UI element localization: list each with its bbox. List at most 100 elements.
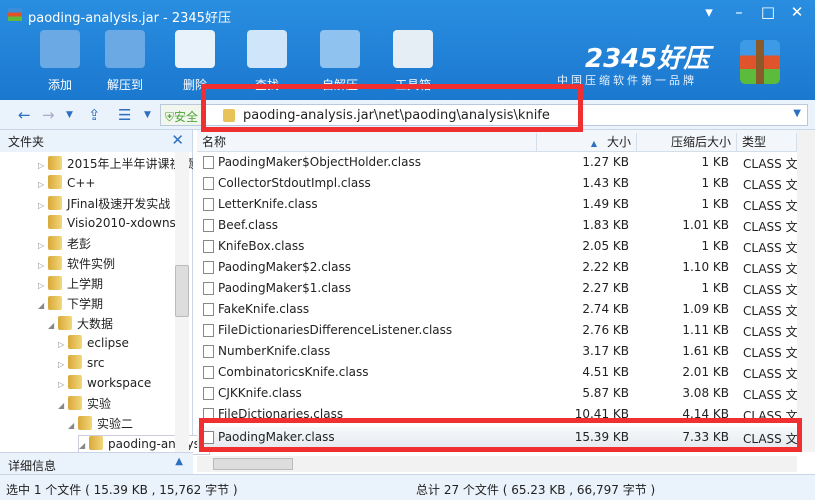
close-button[interactable]: ✕: [786, 3, 808, 21]
file-name: LetterKnife.class: [218, 197, 318, 211]
tree-node-label: 老彭: [67, 237, 92, 251]
details-label: 详细信息: [8, 459, 57, 473]
menu-icon[interactable]: ▾: [698, 3, 720, 21]
expand-icon[interactable]: ◢: [68, 421, 78, 430]
tree-node[interactable]: ◢ 下学期: [38, 295, 103, 315]
expand-icon[interactable]: ▷: [58, 380, 68, 389]
expand-icon[interactable]: ▷: [38, 201, 48, 210]
file-size: 3.17 KB: [582, 344, 629, 358]
file-packed-size: 1 KB: [701, 239, 729, 253]
file-packed-size: 1 KB: [701, 155, 729, 169]
address-path: paoding-analysis.jar\net\paoding\analysi…: [243, 108, 550, 123]
sort-asc-icon: ▲: [590, 139, 597, 148]
toolbar-extract-button[interactable]: 解压到: [95, 30, 155, 93]
file-row[interactable]: FileDictionaries.class 10.41 KB 4.14 KB CLA…: [197, 404, 810, 425]
address-bar[interactable]: paoding-analysis.jar\net\paoding\analysi…: [204, 104, 808, 126]
file-size: 5.87 KB: [582, 386, 629, 400]
history-dropdown-icon[interactable]: ▼: [66, 110, 73, 120]
maximize-button[interactable]: □: [757, 3, 779, 21]
file-row[interactable]: PaodingMaker$2.class 2.22 KB 1.10 KB CLASS …: [197, 257, 810, 278]
tree-node[interactable]: ◢ 实验二: [68, 415, 133, 435]
minimize-button[interactable]: –: [728, 3, 750, 21]
tree-node[interactable]: ▷ 老彭: [38, 235, 91, 255]
tree-node[interactable]: ▷ JFinal极速开发实战: [38, 195, 170, 215]
file-icon: [203, 261, 214, 274]
file-icon: [203, 387, 214, 400]
tree-node[interactable]: ▷ 2015年上半年讲课视频: [38, 155, 194, 175]
file-row[interactable]: CollectorStdoutImpl.class 1.43 KB 1 KB CLAS…: [197, 173, 810, 194]
toolbar-search-button[interactable]: 查找: [237, 30, 297, 93]
expand-icon[interactable]: ▷: [38, 241, 48, 250]
tree-node-label: JFinal极速开发实战: [67, 197, 171, 211]
file-size: 15.39 KB: [574, 430, 629, 444]
toolbox-icon: [393, 30, 433, 68]
tree-node[interactable]: ▷ eclipse: [58, 335, 129, 355]
folder-icon: [68, 355, 82, 369]
toolbar-add-archive-button[interactable]: 添加: [30, 30, 90, 93]
file-icon: [203, 240, 214, 253]
file-packed-size: 1.01 KB: [682, 218, 729, 232]
expand-icon[interactable]: ◢: [79, 441, 89, 450]
expand-icon[interactable]: ▷: [58, 360, 68, 369]
tree-node[interactable]: ▷ C++: [38, 175, 96, 195]
file-packed-size: 7.33 KB: [682, 430, 729, 444]
tree-scrollbar-thumb[interactable]: [175, 265, 189, 317]
expand-icon[interactable]: ▷: [38, 261, 48, 270]
expand-icon[interactable]: ◢: [58, 401, 68, 410]
chevron-up-icon[interactable]: ▲: [175, 456, 183, 467]
safe-badge[interactable]: ⛨安全: [160, 104, 202, 126]
file-packed-size: 4.14 KB: [682, 407, 729, 421]
tree-node-label: 实验: [87, 397, 112, 411]
folder-icon: [48, 236, 62, 250]
back-icon[interactable]: ←: [18, 106, 31, 124]
file-row[interactable]: CombinatoricsKnife.class 4.51 KB 2.01 KB CL…: [197, 362, 810, 383]
file-icon: [203, 219, 214, 232]
list-vertical-scrollbar[interactable]: [797, 130, 815, 452]
folder-icon: [48, 156, 62, 170]
tree-node[interactable]: ▷ 上学期: [38, 275, 103, 295]
expand-icon[interactable]: ▷: [38, 180, 48, 189]
tree-node[interactable]: ◢ 大数据: [48, 315, 113, 335]
forward-icon[interactable]: →: [42, 106, 55, 124]
title-toolbar-area: paoding-analysis.jar - 2345好压 ▾ – □ ✕ 添加…: [0, 0, 815, 100]
file-row[interactable]: PaodingMaker$ObjectHolder.class 1.27 KB 1 …: [197, 152, 810, 173]
file-row[interactable]: LetterKnife.class 1.49 KB 1 KB CLASS 文件: [197, 194, 810, 215]
file-row[interactable]: PaodingMaker.class 15.39 KB 7.33 KB CLASS 文…: [197, 427, 810, 448]
file-row[interactable]: FileDictionariesDifferenceListener.class…: [197, 320, 810, 341]
address-dropdown-icon[interactable]: ▼: [793, 108, 801, 119]
expand-icon[interactable]: ◢: [48, 321, 58, 330]
column-packed[interactable]: 压缩后大小: [637, 133, 737, 151]
search-icon: [247, 30, 287, 68]
file-row[interactable]: CJKKnife.class 5.87 KB 3.08 KB CLASS 文件: [197, 383, 810, 404]
tree-node[interactable]: ▷ 软件实例: [38, 255, 115, 275]
file-icon: [203, 366, 214, 379]
file-row[interactable]: KnifeBox.class 2.05 KB 1 KB CLASS 文件: [197, 236, 810, 257]
file-row[interactable]: FakeKnife.class 2.74 KB 1.09 KB CLASS 文件: [197, 299, 810, 320]
column-name[interactable]: 名称: [197, 133, 537, 151]
file-row[interactable]: NumberKnife.class 3.17 KB 1.61 KB CLASS 文件: [197, 341, 810, 362]
expand-icon[interactable]: ▷: [38, 161, 48, 170]
column-size[interactable]: ▲ 大小: [537, 133, 637, 151]
toolbar-self-extract-button[interactable]: 自解压: [310, 30, 370, 93]
toolbar-recycle-bin-button[interactable]: 删除: [165, 30, 225, 93]
horizontal-scrollbar-thumb[interactable]: [213, 458, 293, 470]
column-type[interactable]: 类型: [737, 133, 797, 151]
file-row[interactable]: Beef.class 1.83 KB 1.01 KB CLASS 文件: [197, 215, 810, 236]
file-row[interactable]: PaodingMaker$1.class 2.27 KB 1 KB CLASS 文件: [197, 278, 810, 299]
list-horizontal-scrollbar[interactable]: [197, 456, 797, 472]
up-folder-icon[interactable]: ⇪: [88, 106, 101, 124]
tree-node[interactable]: ▷ src: [58, 355, 105, 375]
expand-icon[interactable]: ◢: [38, 301, 48, 310]
tree-node[interactable]: ◢ 实验: [58, 395, 111, 415]
status-bar: 选中 1 个文件 ( 15.39 KB , 15,762 字节 ) 总计 27 …: [0, 474, 815, 500]
status-total: 总计 27 个文件 ( 65.23 KB , 66,797 字节 ): [416, 483, 656, 497]
close-panel-icon[interactable]: ✕: [171, 131, 184, 149]
expand-icon[interactable]: ▷: [58, 340, 68, 349]
view-dropdown-icon[interactable]: ▼: [144, 110, 151, 120]
view-list-icon[interactable]: ☰: [118, 106, 131, 124]
toolbar-toolbox-button[interactable]: 工具箱: [383, 30, 443, 93]
tree-node[interactable]: Visio2010-xdowns: [38, 215, 176, 235]
details-panel-toggle[interactable]: 详细信息 ▲: [0, 452, 193, 474]
tree-node[interactable]: ▷ workspace: [58, 375, 151, 395]
expand-icon[interactable]: ▷: [38, 281, 48, 290]
